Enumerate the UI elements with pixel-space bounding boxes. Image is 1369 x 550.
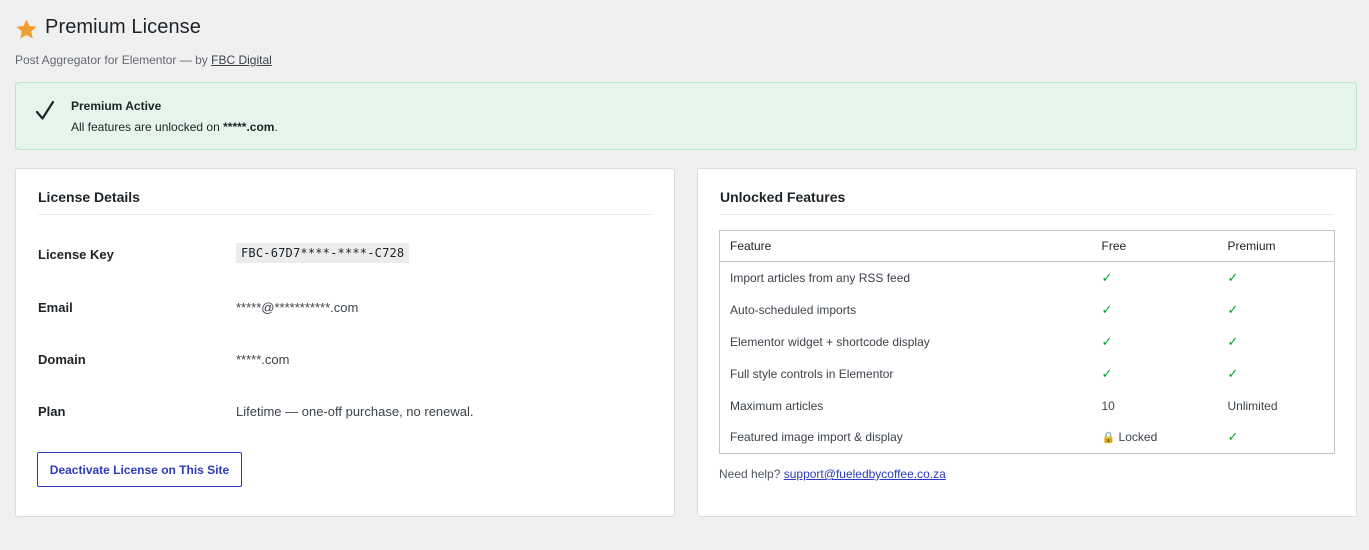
page-header: Premium License Post Aggregator for Elem…: [15, 14, 272, 67]
notice-domain: *****.com: [223, 120, 275, 134]
features-table: Feature Free Premium Import articles fro…: [719, 230, 1335, 454]
support-email-link[interactable]: support@fueledbycoffee.co.za: [784, 467, 946, 481]
column-header-free: Free: [1091, 230, 1218, 262]
domain-label: Domain: [38, 352, 86, 367]
table-row: Full style controls in Elementor ✓ ✓: [720, 358, 1335, 390]
premium-check: ✓: [1227, 429, 1239, 445]
domain-value: *****.com: [236, 352, 290, 367]
column-header-feature: Feature: [719, 230, 1092, 262]
email-value: *****@***********.com: [236, 300, 359, 315]
license-key-value: FBC-67D7****-****-C728: [236, 243, 410, 263]
feature-cell: Full style controls in Elementor: [730, 366, 894, 381]
unlocked-features-title: Unlocked Features: [720, 189, 846, 205]
page-subtitle: Post Aggregator for Elementor — by FBC D…: [15, 53, 272, 67]
license-details-card: License Details License Key FBC-67D7****…: [15, 168, 675, 517]
plan-label: Plan: [38, 404, 66, 419]
notice-text-suffix: .: [274, 120, 278, 134]
free-check: ✓: [1101, 269, 1113, 285]
column-header-premium: Premium: [1217, 230, 1335, 262]
locked-text: Locked: [1118, 430, 1158, 445]
table-row: Auto-scheduled imports ✓ ✓: [720, 294, 1335, 326]
help-text: Need help? support@fueledbycoffee.co.za: [719, 467, 946, 481]
license-key-label: License Key: [38, 247, 114, 262]
table-row: Elementor widget + shortcode display ✓ ✓: [720, 326, 1335, 358]
author-link[interactable]: FBC Digital: [211, 53, 272, 67]
star-icon: [16, 19, 37, 39]
divider: [38, 214, 652, 215]
feature-cell: Elementor widget + shortcode display: [730, 334, 930, 349]
free-check: ✓: [1101, 333, 1113, 349]
lock-icon: 🔒: [1101, 432, 1116, 445]
premium-check: ✓: [1227, 269, 1239, 285]
free-locked: 🔒 Locked: [1092, 422, 1218, 454]
feature-cell: Import articles from any RSS feed: [730, 270, 911, 285]
feature-cell: Auto-scheduled imports: [730, 302, 857, 317]
page-title: Premium License: [45, 16, 202, 38]
free-check: ✓: [1101, 301, 1113, 317]
notice-text-prefix: All features are unlocked on: [71, 120, 220, 134]
free-value: 10: [1101, 398, 1115, 413]
license-key-code: FBC-67D7****-****-C728: [236, 243, 410, 263]
table-row: Import articles from any RSS feed ✓ ✓: [720, 262, 1335, 294]
feature-cell: Maximum articles: [730, 398, 824, 413]
notice-text: All features are unlocked on *****.com.: [71, 120, 278, 134]
premium-check: ✓: [1227, 333, 1239, 349]
checkmark-icon: [35, 100, 55, 120]
table-row: Featured image import & display 🔒 Locked…: [720, 422, 1335, 454]
table-row: Maximum articles 10 Unlimited: [720, 390, 1335, 422]
premium-value: Unlimited: [1227, 398, 1278, 413]
help-prefix: Need help?: [719, 467, 781, 481]
premium-active-notice: Premium Active All features are unlocked…: [15, 82, 1357, 150]
subtitle-text: Post Aggregator for Elementor — by: [15, 53, 208, 67]
unlocked-features-card: Unlocked Features Feature Free Premium I…: [697, 168, 1357, 517]
divider: [720, 214, 1334, 215]
free-check: ✓: [1101, 365, 1113, 381]
premium-check: ✓: [1227, 365, 1239, 381]
plan-value: Lifetime — one-off purchase, no renewal.: [236, 404, 474, 419]
notice-title: Premium Active: [71, 99, 162, 113]
premium-check: ✓: [1227, 301, 1239, 317]
table-header-row: Feature Free Premium: [719, 230, 1335, 262]
email-label: Email: [38, 300, 73, 315]
license-details-title: License Details: [38, 189, 140, 205]
feature-cell: Featured image import & display: [730, 430, 903, 445]
deactivate-license-button[interactable]: Deactivate License on This Site: [37, 452, 242, 487]
